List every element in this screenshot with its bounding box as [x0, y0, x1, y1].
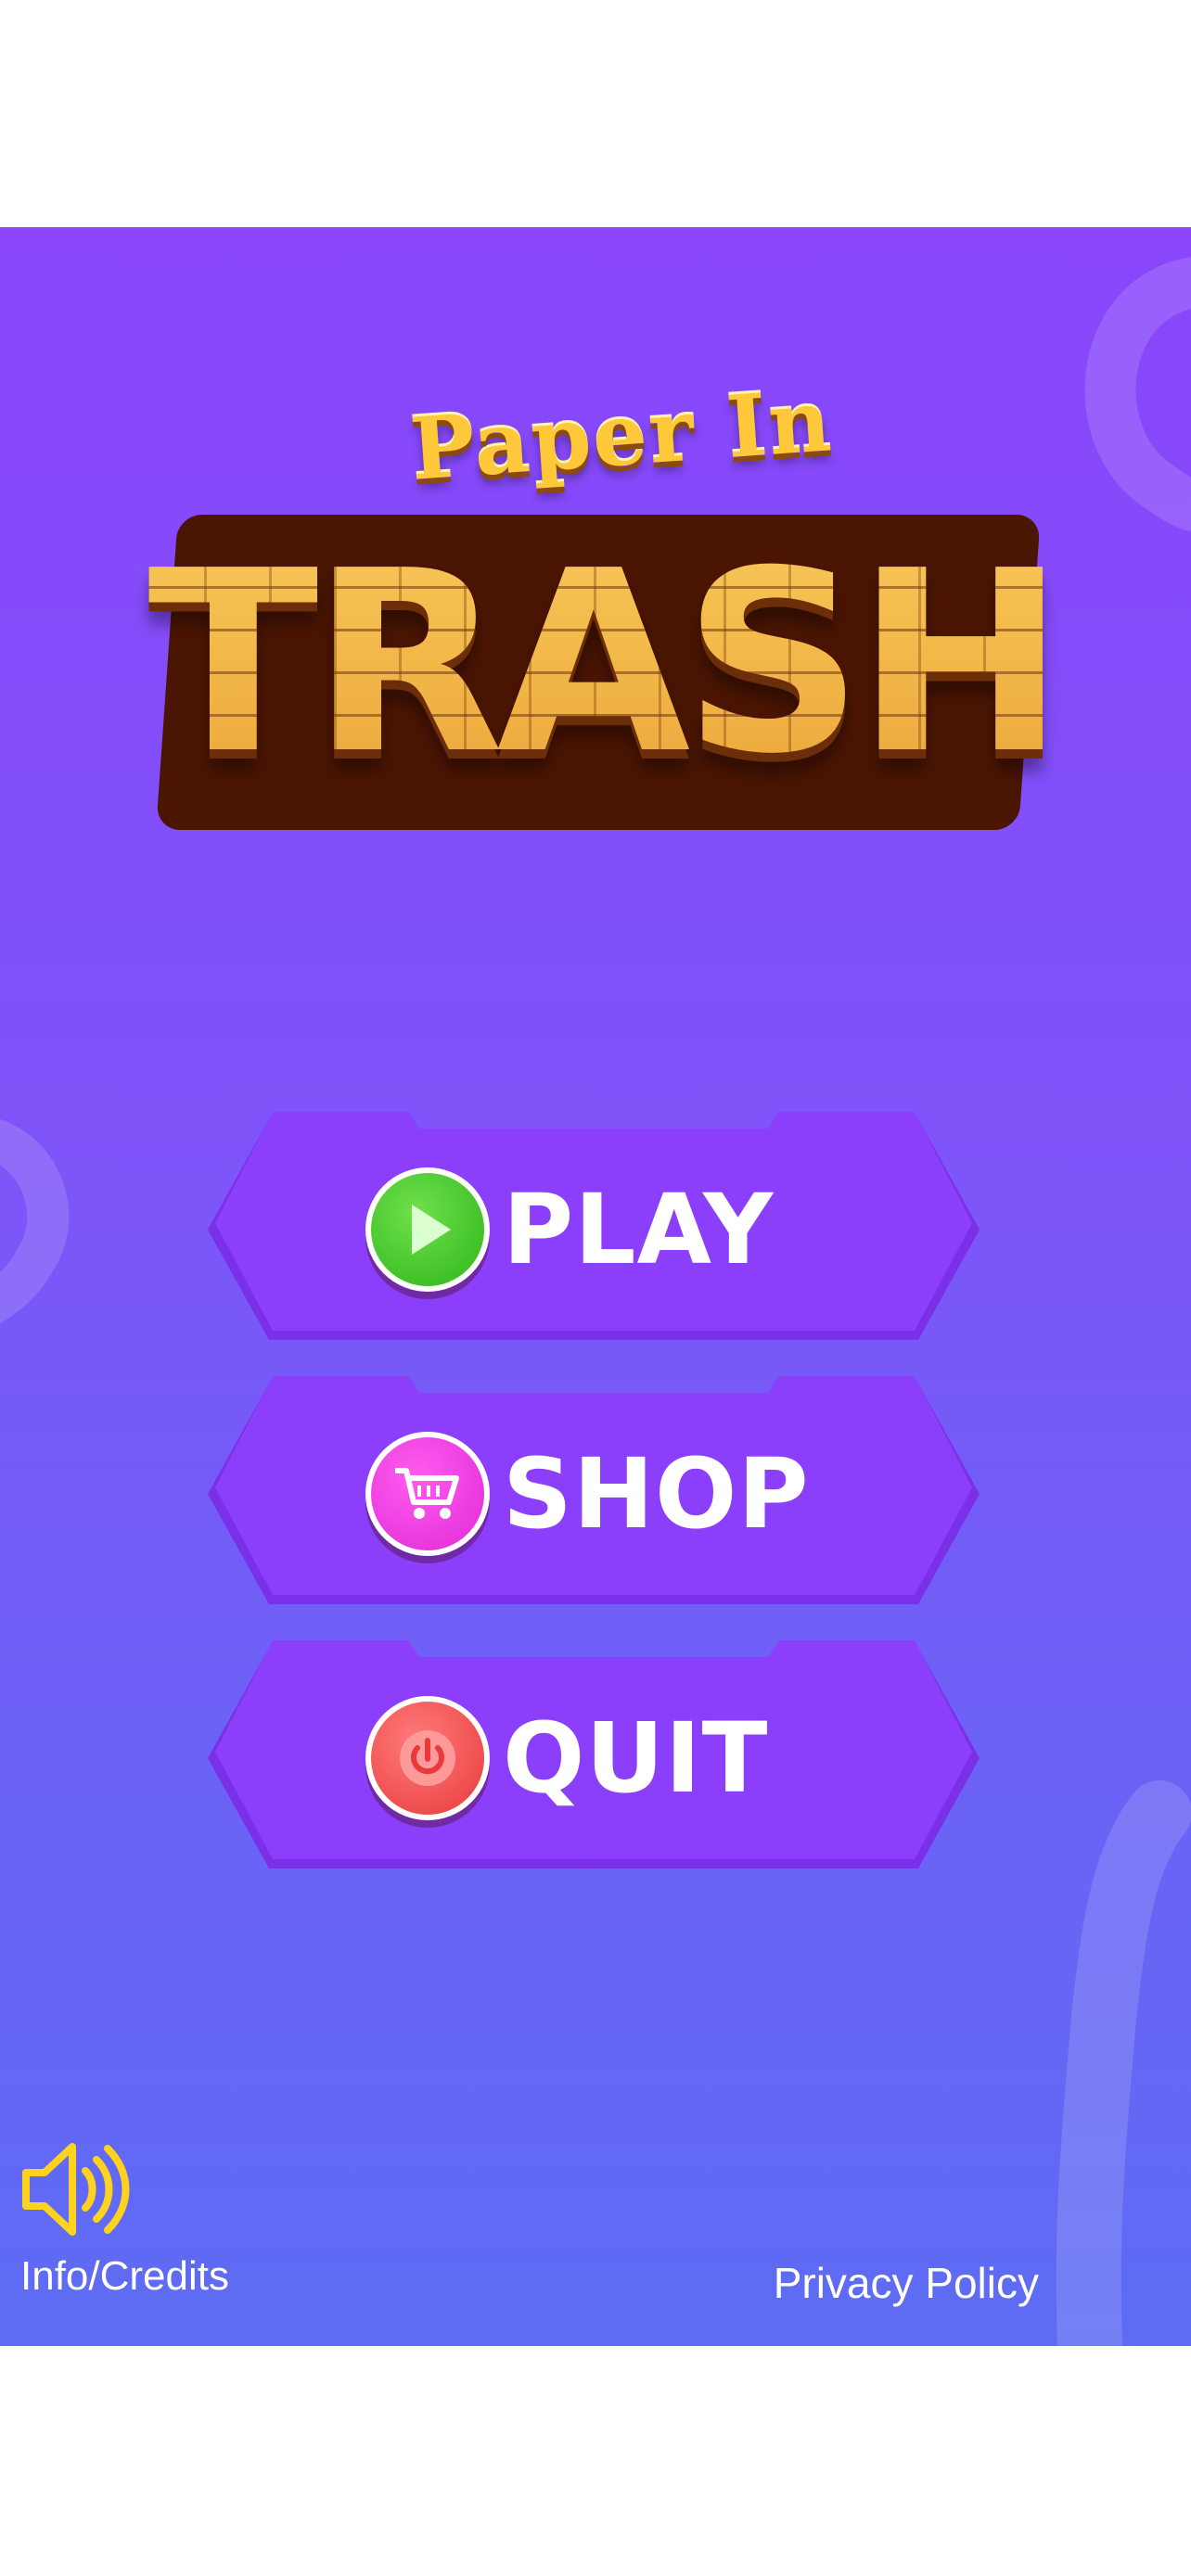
privacy-policy-link[interactable]: Privacy Policy	[774, 2258, 1039, 2308]
quit-button[interactable]: QUIT	[204, 1637, 983, 1880]
power-icon	[365, 1696, 490, 1820]
shop-button-label: SHOP	[503, 1437, 810, 1550]
game-logo: Paper In TRASH	[139, 366, 1067, 1034]
logo-subtitle: Paper In	[406, 370, 837, 500]
logo-title: TRASH	[139, 524, 1067, 802]
play-button[interactable]: PLAY	[204, 1108, 983, 1351]
game-screen: Paper In TRASH PLAY SHOP QUIT Info/Credi…	[0, 227, 1191, 2346]
info-credits-link[interactable]: Info/Credits	[20, 2253, 229, 2300]
play-button-label: PLAY	[503, 1173, 775, 1286]
cart-icon	[365, 1432, 490, 1556]
play-icon	[365, 1167, 490, 1292]
shop-button[interactable]: SHOP	[204, 1372, 983, 1615]
speaker-icon[interactable]	[20, 2137, 132, 2241]
quit-button-label: QUIT	[503, 1702, 769, 1815]
